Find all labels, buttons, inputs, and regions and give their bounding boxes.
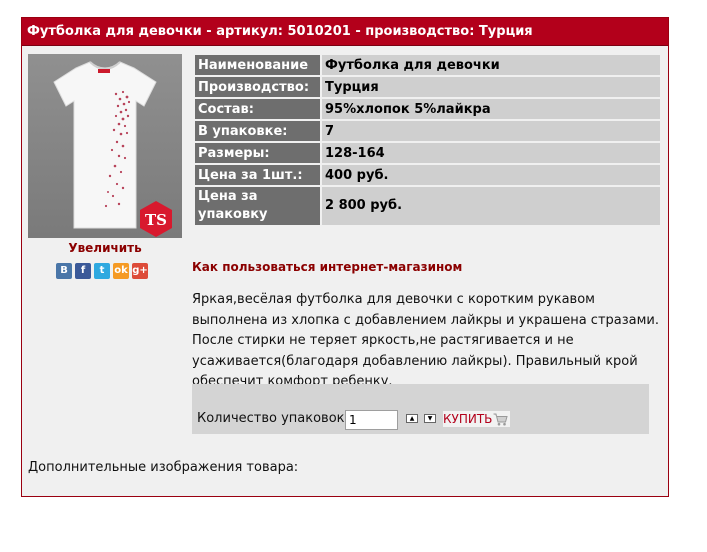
spec-label: Наименование [195,55,320,75]
enlarge-link[interactable]: Увеличить [28,241,182,255]
spec-table: Наименование Футболка для девочки Производ… [193,53,662,227]
spec-value: Футболка для девочки [322,55,660,75]
spec-row: Цена за упаковку 2 800 руб. [195,187,660,225]
order-form: Количество упаковок: ▲ ▼ КУПИТЬ [192,384,649,434]
tshirt-image: TS [53,61,172,237]
quantity-input[interactable] [345,410,398,430]
odnoklassniki-icon[interactable]: ok [113,263,129,279]
extra-images-label: Дополнительные изображения товара: [28,460,299,475]
spec-label: Производство: [195,77,320,97]
spec-label: Цена за упаковку [195,187,320,225]
brand-badge: TS [140,201,172,237]
buy-button[interactable]: КУПИТЬ [443,411,511,427]
spec-value: 128-164 [322,143,660,163]
spec-row: Размеры: 128-164 [195,143,660,163]
spec-value: 95%хлопок 5%лайкра [322,99,660,119]
facebook-icon[interactable]: f [75,263,91,279]
spec-label: Цена за 1шт.: [195,165,320,185]
increment-icon[interactable]: ▲ [406,414,418,423]
spec-value: 400 руб. [322,165,660,185]
decrement-icon[interactable]: ▼ [424,414,436,423]
twitter-icon[interactable]: t [94,263,110,279]
product-description: Яркая,весёлая футболка для девочки с кор… [192,292,660,389]
spec-row: В упаковке: 7 [195,121,660,141]
product-title: Футболка для девочки - артикул: 5010201 … [22,18,668,46]
spec-row: Цена за 1шт.: 400 руб. [195,165,660,185]
spec-value: 7 [322,121,660,141]
buy-label: КУПИТЬ [443,412,493,426]
spec-row: Состав: 95%хлопок 5%лайкра [195,99,660,119]
spec-value: Турция [322,77,660,97]
vkontakte-icon[interactable]: В [56,263,72,279]
google-plus-icon[interactable]: g+ [132,263,148,279]
quantity-label: Количество упаковок: [197,411,349,426]
product-photo[interactable]: TS [28,54,182,238]
spec-label: В упаковке: [195,121,320,141]
cart-icon [493,413,509,425]
spec-value: 2 800 руб. [322,187,660,225]
social-share-bar: Вf t ok g+ [56,263,148,279]
spec-label: Состав: [195,99,320,119]
spec-label: Размеры: [195,143,320,163]
spec-row: Производство: Турция [195,77,660,97]
svg-text:TS: TS [145,211,167,229]
product-panel: Футболка для девочки - артикул: 5010201 … [21,17,669,497]
help-link[interactable]: Как пользоваться интернет-магазином [192,260,462,274]
spec-row: Наименование Футболка для девочки [195,55,660,75]
